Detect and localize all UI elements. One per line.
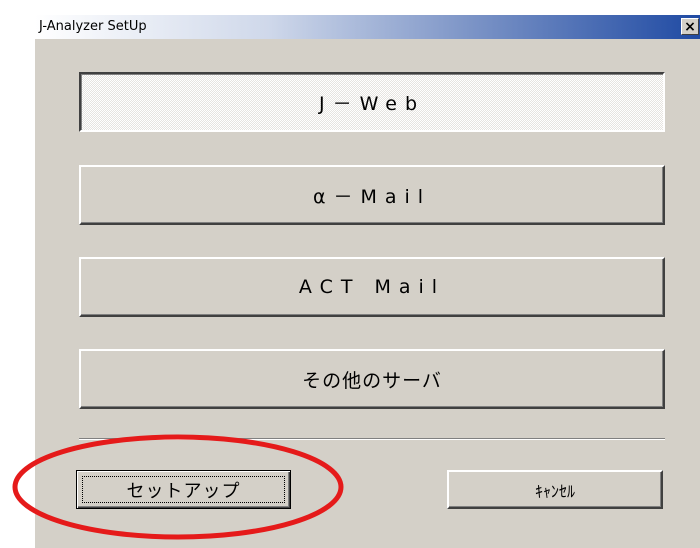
alpha-mail-button-label: α－Mail bbox=[312, 185, 432, 208]
other-server-button-label: その他のサーバ bbox=[302, 369, 442, 392]
alpha-mail-button[interactable]: α－Mail bbox=[79, 165, 665, 225]
close-icon: × bbox=[684, 18, 696, 35]
setup-button[interactable]: セットアップ bbox=[76, 470, 291, 509]
other-server-button[interactable]: その他のサーバ bbox=[79, 349, 665, 409]
separator bbox=[79, 438, 665, 440]
act-mail-button[interactable]: ACT Mail bbox=[79, 257, 665, 317]
jweb-button-label: J－Web bbox=[318, 92, 426, 115]
cancel-button[interactable]: ｷｬﾝｾﾙ bbox=[447, 470, 663, 509]
act-mail-button-label: ACT Mail bbox=[298, 276, 446, 298]
cancel-button-label: ｷｬﾝｾﾙ bbox=[534, 481, 575, 501]
jweb-button[interactable]: J－Web bbox=[79, 72, 665, 132]
window-title: J-Analyzer SetUp bbox=[39, 19, 147, 34]
title-bar[interactable]: J-Analyzer SetUp × bbox=[35, 15, 700, 39]
close-button[interactable]: × bbox=[681, 18, 699, 35]
setup-dialog: J-Analyzer SetUp × J－Web α－Mail ACT Mail… bbox=[34, 15, 700, 548]
setup-button-label: セットアップ bbox=[126, 480, 241, 502]
